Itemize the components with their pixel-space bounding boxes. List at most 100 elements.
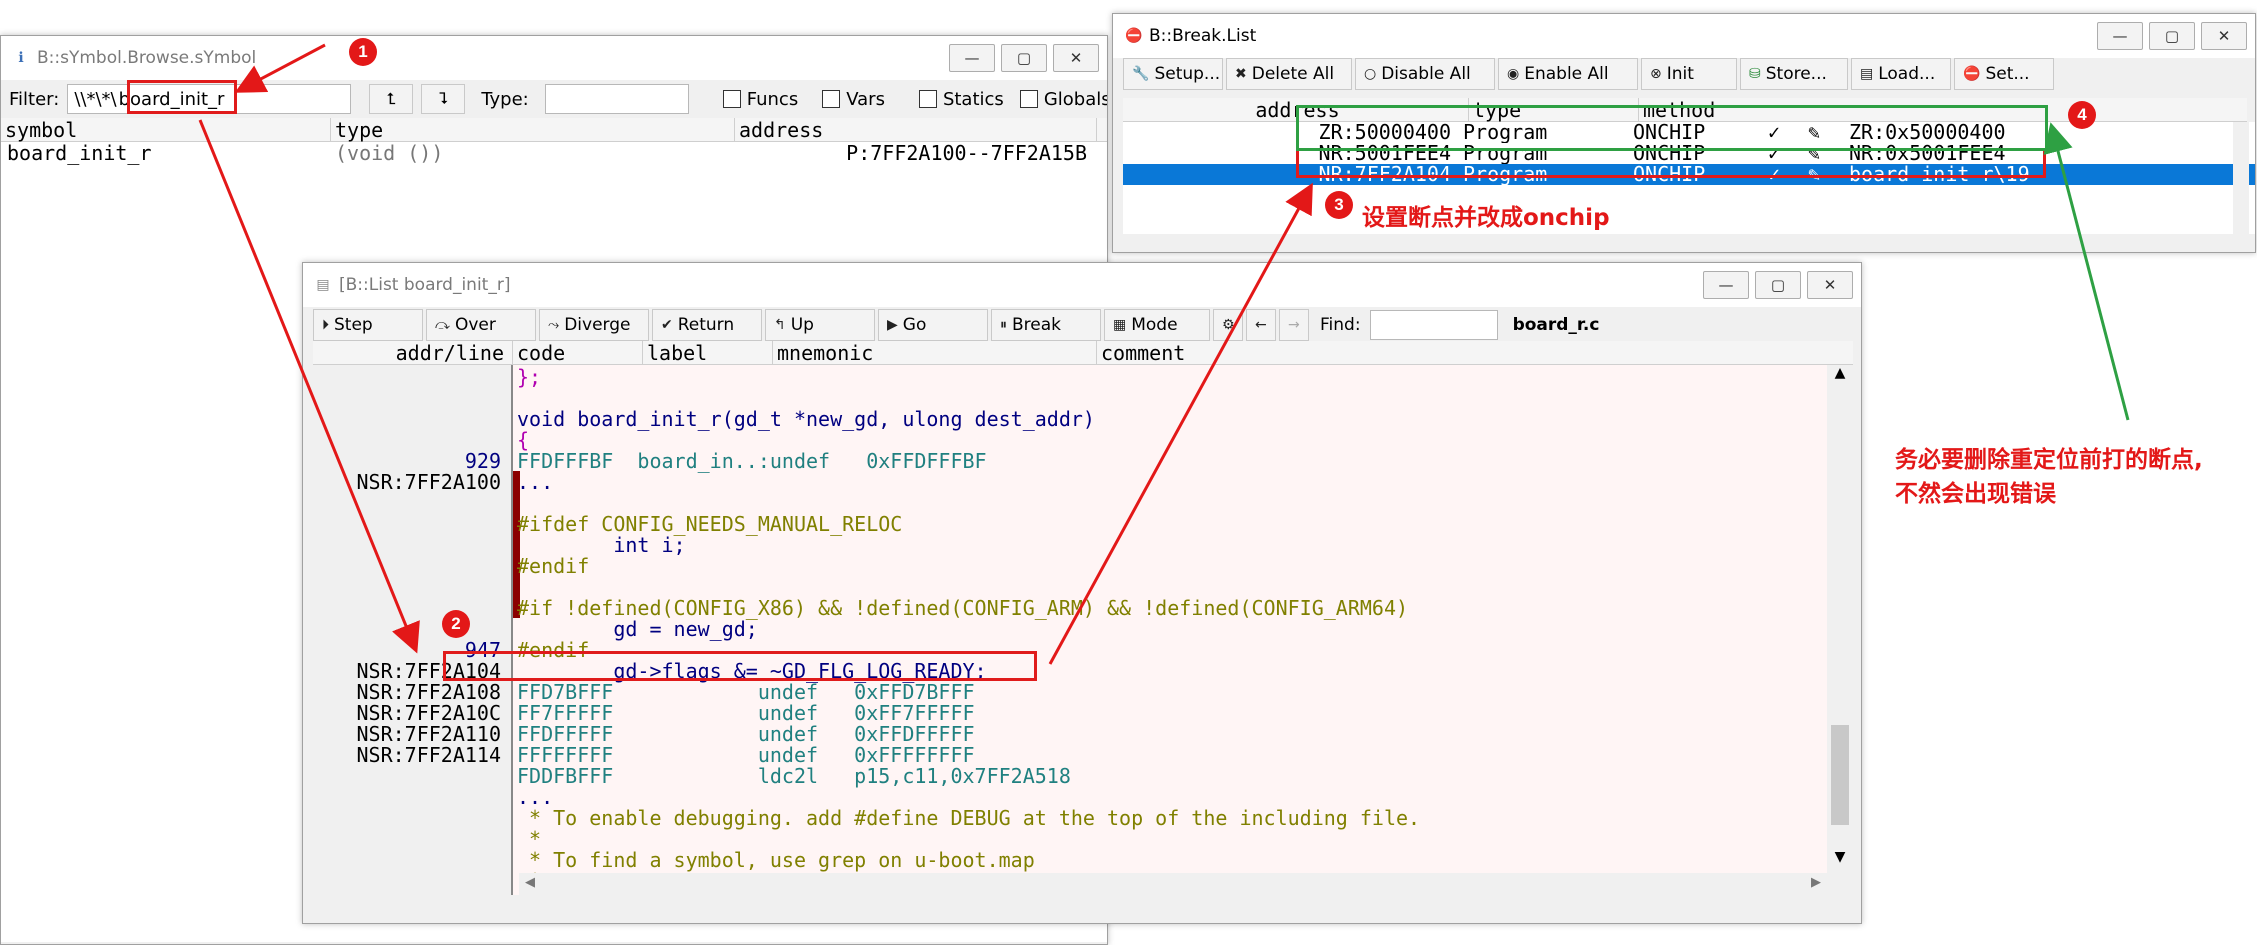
globals-checkbox[interactable]: Globals: [1019, 89, 1107, 110]
load-icon: ▤: [1860, 66, 1874, 82]
filter-highlight-box: [127, 80, 237, 114]
file-name: board_r.c: [1512, 315, 1600, 335]
close-button[interactable]: ✕: [1807, 271, 1853, 299]
code-line[interactable]: #if !defined(CONFIG_X86) && !defined(CON…: [517, 598, 1408, 619]
maximize-button[interactable]: ▢: [1755, 271, 1801, 299]
over-button[interactable]: ⤼ Over: [426, 309, 536, 341]
gutter-entry[interactable]: NSR:7FF2A10C: [357, 703, 502, 724]
break-button[interactable]: ⏸ Break: [991, 309, 1101, 341]
scroll-thumb[interactable]: [1831, 725, 1849, 825]
column-header-mnemonic[interactable]: mnemonic: [773, 341, 1097, 365]
step-icon: ⏵: [322, 317, 329, 333]
table-row[interactable]: board_init_r (void ()) P:7FF2A100--7FF2A…: [1, 142, 1107, 164]
vertical-scrollbar[interactable]: [2233, 122, 2249, 234]
scroll-down-arrow[interactable]: ▼: [1827, 849, 1853, 865]
delete-all-button[interactable]: ✖ Delete All: [1226, 58, 1352, 90]
go-button[interactable]: ▶ Go: [878, 309, 988, 341]
type-cell: (void ()): [335, 141, 444, 165]
disable-all-button[interactable]: ○ Disable All: [1355, 58, 1495, 90]
symbol-cell: board_init_r: [7, 141, 152, 165]
code-line[interactable]: int i;: [517, 535, 685, 556]
code-line[interactable]: FF7FFFFF undef 0xFF7FFFFF: [517, 703, 975, 724]
scroll-right-arrow[interactable]: ▶: [1811, 875, 1821, 890]
mode-button[interactable]: ▦ Mode: [1104, 309, 1210, 341]
type-label: Type:: [481, 88, 529, 110]
diverge-button[interactable]: ⤳ Diverge: [539, 309, 649, 341]
code-line[interactable]: FFD7BFFF undef 0xFFD7BFFF: [517, 682, 975, 703]
column-header-type[interactable]: type: [331, 118, 735, 142]
set-button[interactable]: ⛔ Set...: [1954, 58, 2054, 90]
disable-icon: ○: [1364, 66, 1377, 82]
load-button[interactable]: ▤ Load...: [1851, 58, 1951, 90]
next-match-button[interactable]: ⮧: [421, 84, 466, 114]
code-line[interactable]: ...: [517, 787, 553, 808]
column-header-code[interactable]: code: [513, 341, 643, 365]
close-button[interactable]: ✕: [1053, 44, 1099, 72]
list-table-header: addr/line code label mnemonic comment: [313, 341, 1853, 365]
symbol-table-header: symbol type address: [1, 118, 1107, 142]
enable-all-button[interactable]: ◉ Enable All: [1498, 58, 1638, 90]
return-icon: ✔: [661, 317, 673, 333]
code-line[interactable]: #endif: [517, 556, 589, 577]
view-button[interactable]: ⚙: [1213, 309, 1243, 341]
return-button[interactable]: ✔ Return: [652, 309, 762, 341]
break-list-titlebar[interactable]: ⛔ B::Break.List — ▢ ✕: [1113, 14, 2255, 58]
statics-checkbox[interactable]: Statics: [918, 89, 1004, 110]
window-title: B::sYmbol.Browse.sYmbol: [37, 48, 257, 68]
marker-2: 2: [442, 610, 470, 638]
gutter-entry[interactable]: NSR:7FF2A100: [357, 472, 502, 493]
code-line[interactable]: FDDFBFFF ldc2l p15,c11,0x7FF2A518: [517, 766, 1071, 787]
gutter-entry[interactable]: NSR:7FF2A110: [357, 724, 502, 745]
column-header-comment[interactable]: comment: [1097, 341, 1853, 365]
column-header-symbol[interactable]: symbol: [1, 118, 331, 142]
gutter-entry[interactable]: 929: [465, 451, 501, 472]
prev-match-button[interactable]: ⮤: [369, 84, 414, 114]
maximize-button[interactable]: ▢: [1001, 44, 1047, 72]
init-icon: ⊗: [1650, 66, 1662, 82]
minimize-button[interactable]: —: [1703, 271, 1749, 299]
vertical-scrollbar[interactable]: ▲ ▼: [1827, 365, 1853, 895]
delete-icon: ✖: [1235, 66, 1247, 82]
source-list-titlebar[interactable]: ▤ [B::List board_init_r] — ▢ ✕: [303, 263, 1861, 307]
column-header-address[interactable]: address: [735, 118, 1097, 142]
store-button[interactable]: ⛁ Store...: [1740, 58, 1848, 90]
code-line[interactable]: ...: [517, 472, 553, 493]
disable-all-label: Disable All: [1381, 64, 1471, 84]
code-line[interactable]: #ifdef CONFIG_NEEDS_MANUAL_RELOC: [517, 514, 902, 535]
code-line[interactable]: };: [517, 367, 541, 388]
type-input[interactable]: [544, 84, 689, 114]
find-input[interactable]: [1369, 310, 1498, 340]
code-line[interactable]: * To find a symbol, use grep on u-boot.m…: [517, 850, 1035, 871]
horizontal-scrollbar[interactable]: ◀ ▶: [519, 873, 1827, 895]
symbol-browser-titlebar[interactable]: ℹ B::sYmbol.Browse.sYmbol — ▢ ✕: [1, 36, 1107, 80]
gutter-entry[interactable]: NSR:7FF2A114: [357, 745, 502, 766]
scroll-left-arrow[interactable]: ◀: [525, 875, 535, 890]
code-line[interactable]: {: [517, 430, 529, 451]
minimize-button[interactable]: —: [2097, 22, 2143, 50]
funcs-checkbox[interactable]: Funcs: [722, 89, 798, 110]
code-line[interactable]: FFDFFFFF undef 0xFFDFFFFF: [517, 724, 975, 745]
up-button[interactable]: ↰ Up: [765, 309, 875, 341]
code-line[interactable]: gd = new_gd;: [517, 619, 758, 640]
close-button[interactable]: ✕: [2201, 22, 2247, 50]
address-gutter: 929 NSR:7FF2A100 947 NSR:7FF2A104 NSR:7FF2A1…: [313, 365, 513, 895]
source-list-window: ▤ [B::List board_init_r] — ▢ ✕ ⏵ Step ⤼ Ov…: [302, 262, 1862, 924]
code-line[interactable]: *: [517, 829, 541, 850]
step-button[interactable]: ⏵ Step: [313, 309, 423, 341]
filter-prefix: \\*\*\: [74, 88, 117, 110]
code-line[interactable]: FFFFFFFF undef 0xFFFFFFFF: [517, 745, 975, 766]
column-header-addr-line[interactable]: addr/line: [313, 341, 513, 365]
code-line[interactable]: void board_init_r(gd_t *new_gd, ulong de…: [517, 409, 1095, 430]
minimize-button[interactable]: —: [949, 44, 995, 72]
code-line[interactable]: * To enable debugging. add #define DEBUG…: [517, 808, 1420, 829]
init-button[interactable]: ⊗ Init: [1641, 58, 1737, 90]
code-line[interactable]: FFDFFFBF board_in..:undef 0xFFDFFFBF: [517, 451, 987, 472]
vars-checkbox[interactable]: Vars: [822, 89, 885, 110]
scroll-up-arrow[interactable]: ▲: [1827, 365, 1853, 381]
next-button[interactable]: →: [1279, 309, 1309, 341]
prev-button[interactable]: ←: [1246, 309, 1276, 341]
maximize-button[interactable]: ▢: [2149, 22, 2195, 50]
column-header-label[interactable]: label: [643, 341, 773, 365]
gutter-entry[interactable]: NSR:7FF2A108: [357, 682, 502, 703]
setup-button[interactable]: 🔧 Setup...: [1123, 58, 1223, 90]
